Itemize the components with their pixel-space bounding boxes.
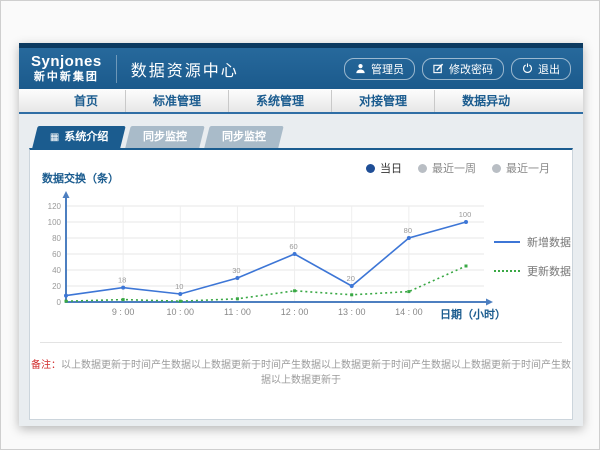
filter-label: 最近一月	[506, 160, 550, 176]
legend-label: 更新数据	[527, 263, 571, 279]
svg-text:20: 20	[52, 282, 61, 291]
svg-text:100: 100	[48, 218, 62, 227]
dotted-line-icon	[494, 270, 520, 272]
radio-dot-icon	[492, 164, 501, 173]
header-actions: 管理员 修改密码 退出	[344, 58, 571, 80]
filter-label: 最近一周	[432, 160, 476, 176]
svg-text:20: 20	[347, 274, 355, 283]
logout-button[interactable]: 退出	[511, 58, 571, 80]
logo-text-en: Synjones	[31, 54, 102, 71]
change-password-button[interactable]: 修改密码	[422, 58, 504, 80]
svg-text:80: 80	[52, 234, 61, 243]
svg-text:80: 80	[404, 226, 412, 235]
svg-text:100: 100	[459, 210, 472, 219]
tab-label: 系统介绍	[64, 131, 108, 143]
svg-text:10 : 00: 10 : 00	[167, 307, 195, 317]
panel-divider	[40, 342, 562, 343]
svg-text:60: 60	[289, 242, 297, 251]
filter-option-last-week[interactable]: 最近一周	[418, 160, 476, 176]
legend-label: 新增数据	[527, 234, 571, 250]
header: Synjones 新中新集团 数据资源中心 管理员 修改密码	[19, 48, 583, 89]
nav-item-docking-mgmt[interactable]: 对接管理	[331, 90, 434, 112]
user-button-label: 管理员	[371, 61, 404, 77]
radio-dot-icon	[418, 164, 427, 173]
chart-panel: 当日 最近一周 最近一月 数据交换（条） 0 20 40 60 80 100 120 18 10…	[29, 148, 573, 420]
tab-label: 同步监控	[143, 126, 187, 148]
grid-icon: ▦	[50, 132, 59, 143]
svg-text:0: 0	[57, 298, 62, 307]
filter-label: 当日	[380, 160, 402, 176]
power-icon	[522, 63, 533, 74]
svg-text:13 : 00: 13 : 00	[338, 307, 366, 317]
time-range-filters: 当日 最近一周 最近一月	[366, 160, 550, 176]
tab-bar: ▦ 系统介绍 同步监控 同步监控	[35, 126, 583, 148]
solid-line-icon	[494, 241, 520, 243]
legend-item-new-data: 新增数据	[494, 234, 571, 250]
y-axis-label: 数据交换（条）	[42, 170, 119, 186]
filter-option-last-month[interactable]: 最近一月	[492, 160, 550, 176]
company-logo: Synjones 新中新集团	[31, 54, 102, 83]
svg-text:14 : 00: 14 : 00	[395, 307, 423, 317]
svg-text:60: 60	[52, 250, 61, 259]
user-button[interactable]: 管理员	[344, 58, 415, 80]
filter-option-today[interactable]: 当日	[366, 160, 402, 176]
svg-text:30: 30	[232, 266, 240, 275]
change-password-label: 修改密码	[449, 61, 493, 77]
note-label: 备注：	[31, 360, 61, 371]
chart-legend: 新增数据 更新数据	[494, 234, 571, 279]
tab-sync-monitor-2[interactable]: 同步监控	[205, 126, 284, 148]
content-area: ▦ 系统介绍 同步监控 同步监控 当日 最近一周	[19, 126, 583, 436]
tab-label: 同步监控	[222, 126, 266, 148]
svg-text:12 : 00: 12 : 00	[281, 307, 309, 317]
radio-dot-icon	[366, 164, 375, 173]
legend-item-update-data: 更新数据	[494, 263, 571, 279]
header-divider	[116, 55, 117, 83]
nav-item-home[interactable]: 首页	[47, 90, 125, 112]
nav-item-data-change[interactable]: 数据异动	[434, 90, 537, 112]
tab-system-intro[interactable]: ▦ 系统介绍	[32, 126, 126, 148]
svg-text:10: 10	[175, 282, 183, 291]
svg-text:18: 18	[118, 276, 126, 285]
svg-text:9 : 00: 9 : 00	[112, 307, 135, 317]
x-axis-label: 日期（小时）	[440, 306, 506, 322]
logout-label: 退出	[538, 61, 560, 77]
person-icon	[355, 63, 366, 74]
app-window: Synjones 新中新集团 数据资源中心 管理员 修改密码	[19, 43, 583, 426]
logo-text-cn: 新中新集团	[31, 71, 102, 83]
edit-icon	[433, 63, 444, 74]
svg-text:11 : 00: 11 : 00	[224, 307, 251, 317]
page-title: 数据资源中心	[131, 57, 239, 81]
line-chart: 0 20 40 60 80 100 120 18 10 30 60 20 80 100 9 : 00 10 :…	[36, 186, 506, 321]
svg-text:40: 40	[52, 266, 61, 275]
note-text: 以上数据更新于时间产生数据以上数据更新于时间产生数据以上数据更新于时间产生数据以…	[61, 360, 571, 386]
footer-note: 备注：以上数据更新于时间产生数据以上数据更新于时间产生数据以上数据更新于时间产生…	[30, 356, 572, 386]
main-nav: 首页 标准管理 系统管理 对接管理 数据异动	[19, 89, 583, 114]
nav-item-system-mgmt[interactable]: 系统管理	[228, 90, 331, 112]
svg-text:120: 120	[48, 202, 62, 211]
tab-sync-monitor-1[interactable]: 同步监控	[126, 126, 205, 148]
nav-item-standard-mgmt[interactable]: 标准管理	[125, 90, 228, 112]
